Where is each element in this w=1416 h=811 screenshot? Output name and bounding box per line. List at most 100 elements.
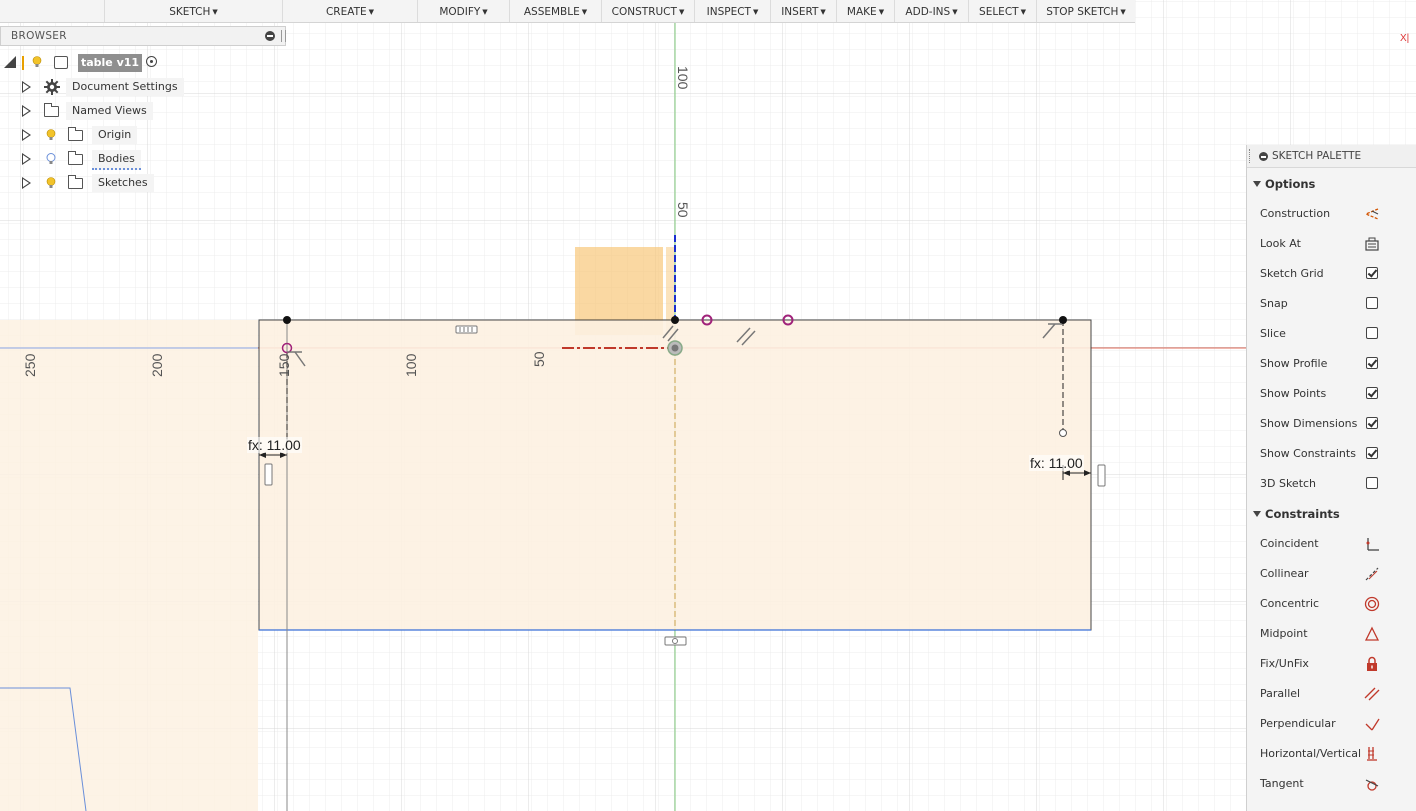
caret-down-icon: ▼ xyxy=(1020,8,1026,16)
caret-down-icon: ▼ xyxy=(1120,8,1126,16)
menu-assemble[interactable]: ASSEMBLE ▼ xyxy=(509,0,601,22)
menu-sketch[interactable]: SKETCH ▼ xyxy=(104,0,282,22)
tree-root[interactable]: table v11 xyxy=(0,52,290,74)
browser-title: BROWSER xyxy=(11,30,67,42)
palette-header: SKETCH PALETTE xyxy=(1247,145,1416,168)
menu-construct[interactable]: CONSTRUCT ▼ xyxy=(601,0,694,22)
snap-checkbox[interactable] xyxy=(1366,297,1378,309)
collapse-icon[interactable] xyxy=(265,31,275,41)
show-dimensions-checkbox[interactable] xyxy=(1366,417,1378,429)
menu-modify[interactable]: MODIFY ▼ xyxy=(417,0,509,22)
tree-item-named-views[interactable]: Named Views xyxy=(0,100,290,122)
option-sketch-grid[interactable]: Sketch Grid xyxy=(1247,259,1416,289)
menu-select[interactable]: SELECT ▼ xyxy=(968,0,1036,22)
horizontal-constraint-icon[interactable] xyxy=(664,636,687,646)
caret-down-icon: ▼ xyxy=(952,8,958,16)
collapse-triangle-icon xyxy=(1253,181,1261,187)
lightbulb-icon[interactable] xyxy=(46,177,56,189)
midpoint-icon[interactable] xyxy=(1364,626,1380,642)
menu-create[interactable]: CREATE ▼ xyxy=(282,0,417,22)
expand-triangle-icon[interactable] xyxy=(22,81,31,93)
show-profile-checkbox[interactable] xyxy=(1366,357,1378,369)
option-slice[interactable]: Slice xyxy=(1247,319,1416,349)
sketch-profile[interactable] xyxy=(258,319,1092,631)
constraint-horizontal-vertical[interactable]: Horizontal/Vertical xyxy=(1247,739,1416,769)
constraint-midpoint[interactable]: Midpoint xyxy=(1247,619,1416,649)
root-component-label[interactable]: table v11 xyxy=(78,54,142,72)
tree-item-origin[interactable]: Origin xyxy=(0,124,290,146)
folder-icon xyxy=(44,103,59,117)
option-show-dimensions[interactable]: Show Dimensions xyxy=(1247,409,1416,439)
show-constraints-checkbox[interactable] xyxy=(1366,447,1378,459)
option-show-profile[interactable]: Show Profile xyxy=(1247,349,1416,379)
dimension-label[interactable]: fx: 11.00 xyxy=(1029,455,1084,471)
menu-insert[interactable]: INSERT ▼ xyxy=(770,0,836,22)
menu-inspect[interactable]: INSPECT ▼ xyxy=(694,0,770,22)
constraint-fix-unfix[interactable]: Fix/UnFix xyxy=(1247,649,1416,679)
option-snap[interactable]: Snap xyxy=(1247,289,1416,319)
collapse-triangle-icon xyxy=(1253,511,1261,517)
collapse-icon[interactable] xyxy=(1259,152,1268,161)
constraint-concentric[interactable]: Concentric xyxy=(1247,589,1416,619)
lightbulb-icon[interactable] xyxy=(46,129,56,141)
sketch-point[interactable] xyxy=(671,316,679,324)
lightbulb-off-icon[interactable] xyxy=(46,153,56,165)
horizontal-vertical-icon[interactable] xyxy=(1364,746,1380,762)
constraint-tangent[interactable]: Tangent xyxy=(1247,769,1416,799)
lightbulb-icon[interactable] xyxy=(32,56,42,68)
x-axis-label: 150 xyxy=(276,353,292,377)
option-show-constraints[interactable]: Show Constraints xyxy=(1247,439,1416,469)
menu-make[interactable]: MAKE ▼ xyxy=(836,0,894,22)
horizontal-constraint-icon[interactable] xyxy=(455,325,478,334)
component-icon xyxy=(54,56,68,69)
parallel-icon[interactable] xyxy=(1364,686,1380,702)
expand-triangle-icon[interactable] xyxy=(22,105,31,117)
panel-grip-icon[interactable] xyxy=(1249,149,1252,163)
perpendicular-icon[interactable] xyxy=(1364,716,1380,732)
caret-down-icon: ▼ xyxy=(368,8,375,16)
constraint-perpendicular[interactable]: Perpendicular xyxy=(1247,709,1416,739)
show-points-checkbox[interactable] xyxy=(1366,387,1378,399)
tree-item-label: Named Views xyxy=(66,102,153,120)
tree-item-document-settings[interactable]: Document Settings xyxy=(0,76,290,98)
look-at-icon[interactable] xyxy=(1364,236,1380,252)
caret-down-icon: ▼ xyxy=(212,8,218,16)
option-look-at[interactable]: Look At xyxy=(1247,229,1416,259)
sketch-point[interactable] xyxy=(283,316,291,324)
sketch-palette: SKETCH PALETTE Options Construction Look… xyxy=(1246,145,1416,811)
menu-add-ins[interactable]: ADD-INS ▼ xyxy=(894,0,968,22)
expand-triangle-icon[interactable] xyxy=(22,177,31,189)
constraint-coincident[interactable]: Coincident xyxy=(1247,529,1416,559)
sketch-point[interactable] xyxy=(1059,316,1067,324)
collapse-triangle-icon[interactable] xyxy=(4,56,16,68)
coincident-icon[interactable] xyxy=(1364,536,1380,552)
tree-item-bodies[interactable]: Bodies xyxy=(0,148,290,170)
close-icon[interactable]: X| xyxy=(1400,33,1409,44)
constraint-collinear[interactable]: Collinear xyxy=(1247,559,1416,589)
concentric-icon[interactable] xyxy=(1364,596,1380,612)
option-construction[interactable]: Construction xyxy=(1247,199,1416,229)
panel-grip-icon[interactable] xyxy=(281,30,286,42)
expand-triangle-icon[interactable] xyxy=(22,153,31,165)
sketch-grid-checkbox[interactable] xyxy=(1366,267,1378,279)
gear-icon xyxy=(44,79,60,95)
menu-stop-sketch[interactable]: STOP SKETCH ▼ xyxy=(1036,0,1135,22)
option-show-points[interactable]: Show Points xyxy=(1247,379,1416,409)
activate-radio-icon[interactable] xyxy=(146,56,157,67)
collinear-icon[interactable] xyxy=(1364,566,1380,582)
x-axis-label: 100 xyxy=(403,353,419,377)
constraint-parallel[interactable]: Parallel xyxy=(1247,679,1416,709)
tree-item-label: Bodies xyxy=(92,150,141,170)
construction-icon[interactable] xyxy=(1364,206,1380,222)
tree-item-sketches[interactable]: Sketches xyxy=(0,172,290,194)
lock-icon[interactable] xyxy=(1364,656,1380,672)
option-3d-sketch[interactable]: 3D Sketch xyxy=(1247,469,1416,499)
3d-sketch-checkbox[interactable] xyxy=(1366,477,1378,489)
constraints-section-header[interactable]: Constraints xyxy=(1247,501,1416,527)
dimension-label[interactable]: fx: 11.00 xyxy=(247,437,302,453)
folder-icon xyxy=(68,175,83,189)
tangent-icon[interactable] xyxy=(1364,776,1380,792)
expand-triangle-icon[interactable] xyxy=(22,129,31,141)
slice-checkbox[interactable] xyxy=(1366,327,1378,339)
options-section-header[interactable]: Options xyxy=(1247,171,1416,197)
